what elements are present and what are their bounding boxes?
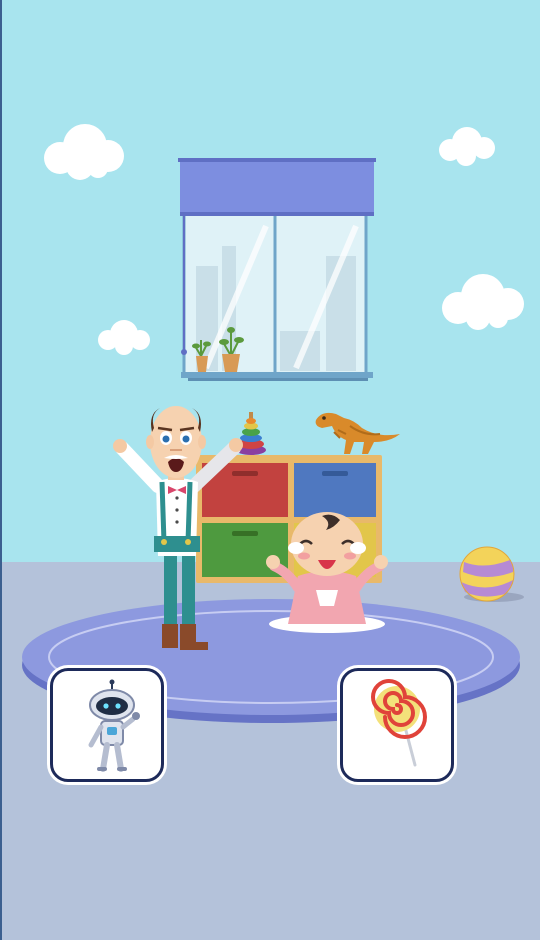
cloud-1 (44, 124, 124, 180)
screen-edge (0, 0, 2, 940)
choice-robot-card[interactable] (50, 668, 164, 782)
beach-ball (459, 546, 524, 602)
choice-lollipop-card[interactable] (340, 668, 454, 782)
game-scene (0, 0, 540, 940)
lollipop-icon (371, 679, 427, 767)
window (178, 158, 376, 381)
dinosaur-toy (315, 412, 400, 454)
cloud-3 (98, 320, 150, 355)
cloud-4 (442, 274, 524, 330)
father-character (113, 406, 243, 650)
cloud-2 (439, 127, 495, 166)
crying-baby-character (266, 512, 388, 633)
robot-toy-icon (88, 679, 140, 772)
